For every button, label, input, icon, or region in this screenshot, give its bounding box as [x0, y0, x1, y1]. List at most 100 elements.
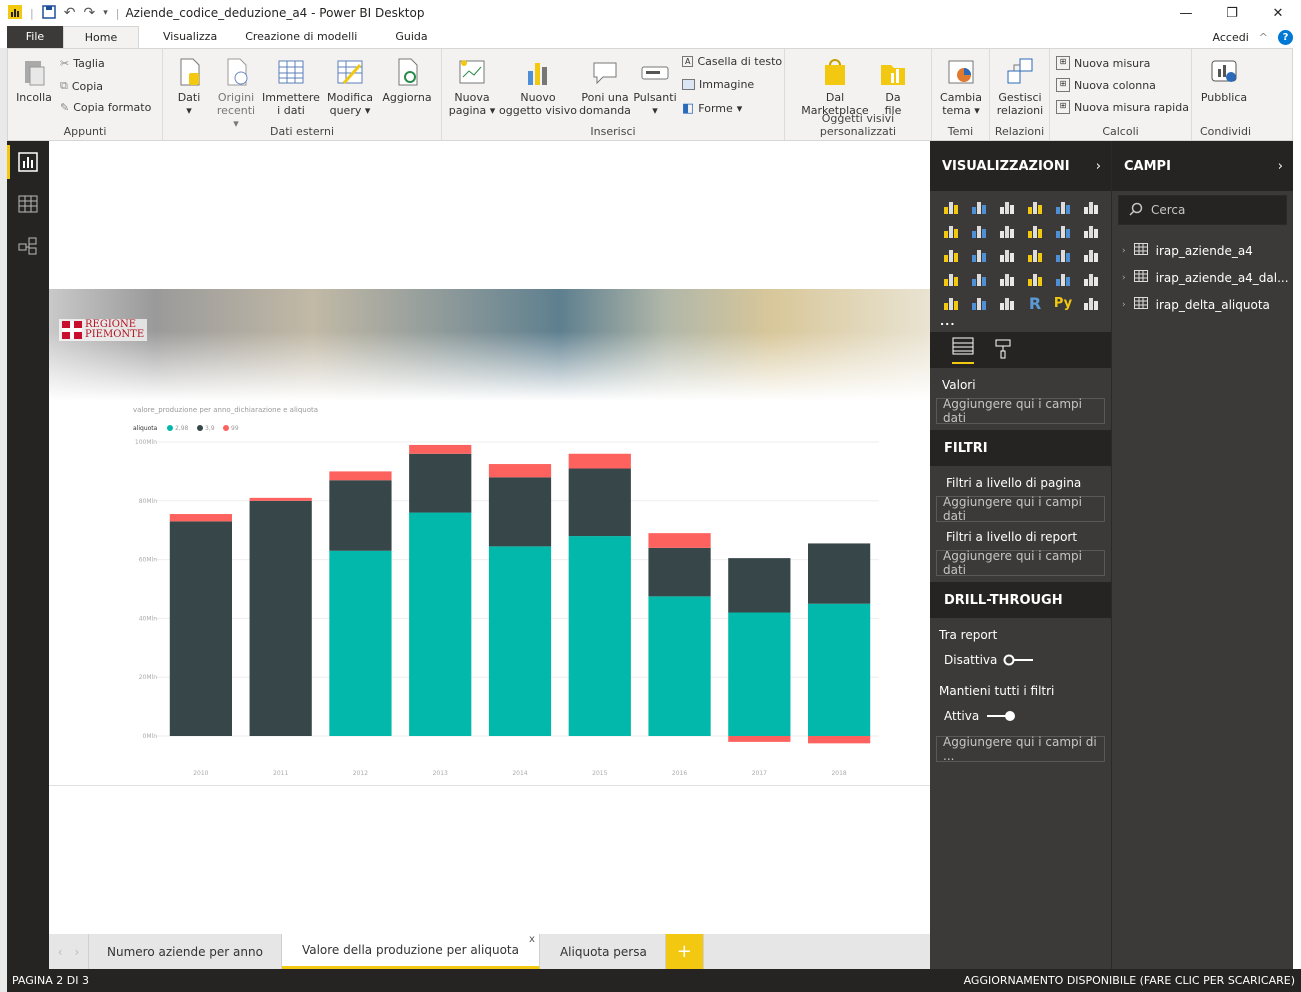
clustered-bar-visual-icon[interactable] — [996, 197, 1018, 217]
stacked-area-visual-icon[interactable] — [996, 221, 1018, 241]
100-column-visual-icon[interactable] — [1080, 197, 1102, 217]
ribbon-visual-icon[interactable] — [1080, 221, 1102, 241]
format-paint-roller-icon[interactable] — [994, 339, 1012, 362]
field-table-item[interactable]: › irap_aziende_a4 — [1112, 237, 1293, 264]
nuova-misura-button[interactable]: ⊞ Nuova misura — [1056, 56, 1150, 70]
poni-domanda-button[interactable]: Poni una domanda — [578, 57, 632, 117]
close-icon[interactable]: ✕ — [1255, 0, 1301, 26]
tra-report-toggle[interactable]: Disattiva — [930, 648, 1111, 672]
next-page-icon[interactable]: › — [75, 945, 80, 959]
funnel-visual-icon[interactable] — [968, 269, 990, 289]
clustered-column-visual-icon[interactable] — [1024, 197, 1046, 217]
pubblica-button[interactable]: Pubblica — [1196, 57, 1252, 104]
drill-through-dropzone[interactable]: Aggiungere qui i campi di ... — [936, 735, 1105, 763]
nuova-misura-rapida-button[interactable]: ⊞ Nuova misura rapida — [1056, 100, 1189, 114]
line-visual-icon[interactable] — [940, 221, 962, 241]
stacked-bar-visual-icon[interactable] — [940, 197, 962, 217]
slicer-visual-icon[interactable] — [940, 293, 962, 313]
card-visual-icon[interactable] — [1024, 269, 1046, 289]
stacked-column-visual-icon[interactable] — [968, 197, 990, 217]
valori-dropzone[interactable]: Aggiungere qui i campi dati — [936, 397, 1105, 425]
python-visual-icon[interactable]: Py — [1052, 293, 1074, 313]
tab-guida[interactable]: Guida — [371, 26, 441, 48]
copia-formato-button[interactable]: ✎ Copia formato — [60, 101, 151, 114]
report-canvas[interactable]: REGIONE PIEMONTE valore_produzione per an… — [49, 141, 930, 934]
tab-file[interactable]: File — [7, 26, 63, 48]
close-page-icon[interactable]: x — [529, 934, 535, 945]
matrix-visual-icon[interactable] — [996, 293, 1018, 313]
area-visual-icon[interactable] — [968, 221, 990, 241]
update-notice-link[interactable]: AGGIORNAMENTO DISPONIBILE (FARE CLIC PER… — [964, 974, 1295, 987]
gestisci-relazioni-button[interactable]: Gestisci relazioni — [994, 57, 1046, 117]
restore-icon[interactable]: ❐ — [1209, 0, 1255, 26]
taglia-button[interactable]: ✂ Taglia — [60, 57, 105, 70]
redo-icon[interactable]: ↷ — [83, 5, 95, 21]
cambia-tema-button[interactable]: Cambia tema ▾ — [938, 57, 984, 117]
table-visual-icon[interactable] — [968, 293, 990, 313]
forme-button[interactable]: ◧ Forme ▾ — [682, 101, 742, 116]
kpi-visual-icon[interactable] — [1080, 269, 1102, 289]
100-bar-visual-icon[interactable] — [1052, 197, 1074, 217]
gauge-visual-icon[interactable] — [996, 269, 1018, 289]
page-tab-numero-aziende[interactable]: Numero aziende per anno — [89, 934, 282, 969]
model-view-icon[interactable] — [7, 225, 49, 267]
mantieni-filtri-toggle[interactable]: Attiva — [930, 704, 1111, 728]
nuova-colonna-button[interactable]: ⊞ Nuova colonna — [1056, 78, 1156, 92]
scatter-visual-icon[interactable] — [968, 245, 990, 265]
expand-chevron-icon[interactable]: › — [1122, 273, 1126, 283]
expand-chevron-icon[interactable]: › — [1122, 246, 1126, 256]
page-tab-valore-produzione[interactable]: Valore della produzione per aliquota x — [281, 934, 540, 969]
add-page-button[interactable]: + — [665, 934, 704, 969]
page-tab-aliquota-persa[interactable]: Aliquota persa — [540, 934, 666, 969]
origini-recenti-button[interactable]: Origini recenti ▾ — [213, 57, 259, 130]
multirow-card-visual-icon[interactable] — [1052, 269, 1074, 289]
undo-icon[interactable]: ↶ — [64, 5, 76, 21]
toggle-on-icon[interactable] — [985, 710, 1017, 722]
toggle-off-icon[interactable] — [1003, 654, 1035, 666]
donut-visual-icon[interactable] — [1024, 245, 1046, 265]
immagine-button[interactable]: Immagine — [682, 78, 754, 91]
copia-button[interactable]: ⧉ Copia — [60, 79, 103, 93]
immettere-dati-button[interactable]: Immettere i dati — [261, 57, 321, 117]
save-icon[interactable] — [41, 4, 56, 22]
fields-search-input[interactable]: Cerca — [1118, 195, 1287, 225]
nuova-pagina-button[interactable]: Nuova pagina ▾ — [448, 57, 496, 117]
fields-well-icon[interactable] — [952, 337, 974, 364]
more-visuals-icon[interactable]: ... — [930, 313, 1111, 328]
fields-header[interactable]: CAMPI › — [1112, 141, 1293, 191]
waterfall-visual-icon[interactable] — [940, 245, 962, 265]
da-file-button[interactable]: Da file — [875, 57, 911, 117]
line-clustered-visual-icon[interactable] — [1052, 221, 1074, 241]
chevron-right-icon[interactable]: › — [1278, 159, 1283, 174]
minimize-icon[interactable]: — — [1163, 0, 1209, 26]
visualizations-header[interactable]: VISUALIZZAZIONI › — [930, 141, 1111, 191]
dal-marketplace-button[interactable]: Dal Marketplace — [799, 57, 871, 117]
aggiorna-button[interactable]: Aggiorna — [381, 57, 433, 104]
map-visual-icon[interactable] — [1080, 245, 1102, 265]
nuovo-oggetto-visivo-button[interactable]: Nuovo oggetto visivo — [498, 57, 578, 117]
report-view-icon[interactable] — [7, 141, 49, 183]
data-view-icon[interactable] — [7, 183, 49, 225]
filtri-report-dropzone[interactable]: Aggiungere qui i campi dati — [936, 549, 1105, 577]
signin-link[interactable]: Accedi — [1213, 31, 1249, 44]
field-table-item[interactable]: › irap_delta_aliquota — [1112, 291, 1293, 318]
field-table-item[interactable]: › irap_aziende_a4_dal... — [1112, 264, 1293, 291]
r-script-visual-icon[interactable]: R — [1024, 293, 1046, 313]
stacked-column-chart[interactable]: valore_produzione per anno_dichiarazione… — [49, 401, 930, 786]
page-nav-arrows[interactable]: ‹ › — [49, 934, 89, 969]
expand-chevron-icon[interactable]: › — [1122, 300, 1126, 310]
chevron-right-icon[interactable]: › — [1096, 159, 1101, 174]
tab-creazione-modelli[interactable]: Creazione di modelli — [231, 26, 371, 48]
incolla-button[interactable]: Incolla — [14, 57, 54, 104]
tab-home[interactable]: Home — [63, 26, 139, 48]
filled-map-visual-icon[interactable] — [940, 269, 962, 289]
pie-visual-icon[interactable] — [996, 245, 1018, 265]
tab-visualizza[interactable]: Visualizza — [139, 26, 231, 48]
customize-quick-access-icon[interactable]: ▾ — [103, 8, 108, 18]
casella-testo-button[interactable]: A Casella di testo — [682, 55, 782, 68]
dati-button[interactable]: Dati ▾ — [171, 57, 207, 117]
collapse-ribbon-icon[interactable]: ^ — [1259, 31, 1268, 44]
arcgis-visual-icon[interactable] — [1080, 293, 1102, 313]
help-icon[interactable]: ? — [1278, 29, 1293, 45]
modifica-query-button[interactable]: Modifica query ▾ — [325, 57, 375, 117]
